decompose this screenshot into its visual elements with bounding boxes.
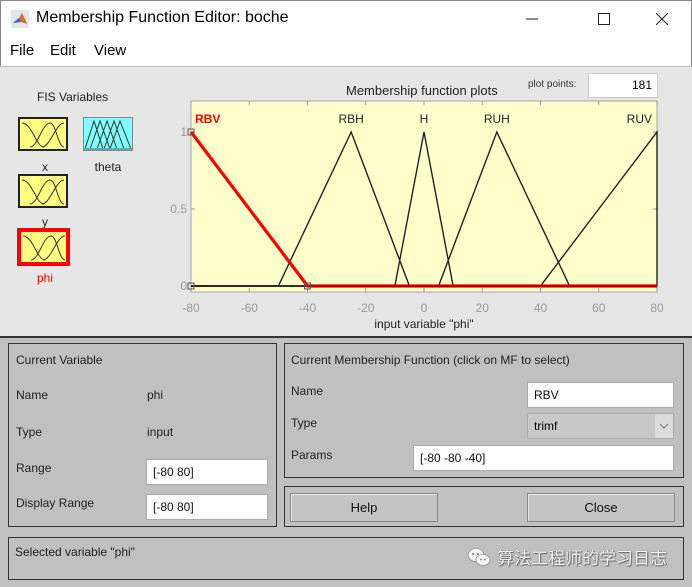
y-tick-label: 0: [180, 279, 187, 293]
display-range-label: Display Range: [16, 496, 95, 510]
variable-name-label: Name: [16, 388, 49, 402]
status-text: Selected variable "phi": [15, 545, 135, 559]
range-input[interactable]: [-80 80]: [146, 459, 268, 485]
mf-type-value: trimf: [534, 419, 558, 433]
help-button[interactable]: Help: [290, 493, 438, 522]
mf-type-select[interactable]: trimf: [527, 413, 674, 439]
variable-name-value: phi: [147, 388, 164, 402]
x-tick-label: -40: [299, 301, 317, 315]
watermark-text: 算法工程师的学习日志: [497, 549, 667, 568]
plot-area[interactable]: [190, 100, 658, 293]
current-variable-panel: Current Variable Name phi Type input Ran…: [8, 343, 277, 527]
mf-params-label: Params: [291, 448, 333, 462]
mf-label-h[interactable]: H: [420, 112, 429, 126]
current-mf-panel: Current Membership Function (click on MF…: [284, 343, 684, 478]
x-tick-label: 40: [534, 301, 548, 315]
mf-params-input[interactable]: [-80 -80 -40]: [413, 445, 674, 471]
mf-label-rbv[interactable]: RBV: [195, 112, 220, 126]
buttons-panel: Help Close: [284, 486, 684, 527]
x-tick-label: -20: [357, 301, 375, 315]
mf-type-label: Type: [291, 416, 318, 430]
x-tick-label: 80: [650, 301, 664, 315]
mf-name-input[interactable]: RBV: [527, 382, 674, 408]
x-tick-label: -60: [241, 301, 259, 315]
membership-function-plot[interactable]: -80 -60 -40 -20 0 20 40 60 80 0 0.5 1 RBV RBH H RUH RU…: [0, 0, 692, 340]
variable-type-value: input: [147, 425, 174, 439]
x-axis-label: input variable "phi": [374, 317, 473, 331]
mf-label-rbh[interactable]: RBH: [339, 112, 364, 126]
range-label: Range: [16, 461, 52, 475]
x-tick-label: 0: [421, 301, 428, 315]
close-button[interactable]: Close: [527, 493, 675, 522]
variable-type-label: Type: [16, 425, 43, 439]
display-range-input[interactable]: [-80 80]: [146, 494, 268, 520]
y-tick-label: 0.5: [170, 202, 187, 216]
x-tick-label: 60: [592, 301, 606, 315]
wechat-icon: [467, 547, 491, 566]
current-variable-title: Current Variable: [16, 353, 103, 367]
x-tick-label: 20: [476, 301, 490, 315]
current-mf-title: Current Membership Function (click on MF…: [291, 353, 570, 367]
x-tick-label: -80: [182, 301, 200, 315]
mf-name-label: Name: [291, 384, 324, 398]
mf-label-ruv[interactable]: RUV: [627, 112, 652, 126]
chevron-down-icon[interactable]: [655, 414, 673, 438]
y-tick-label: 1: [180, 125, 187, 139]
mf-label-ruh[interactable]: RUH: [484, 112, 510, 126]
watermark: 算法工程师的学习日志: [467, 544, 667, 569]
